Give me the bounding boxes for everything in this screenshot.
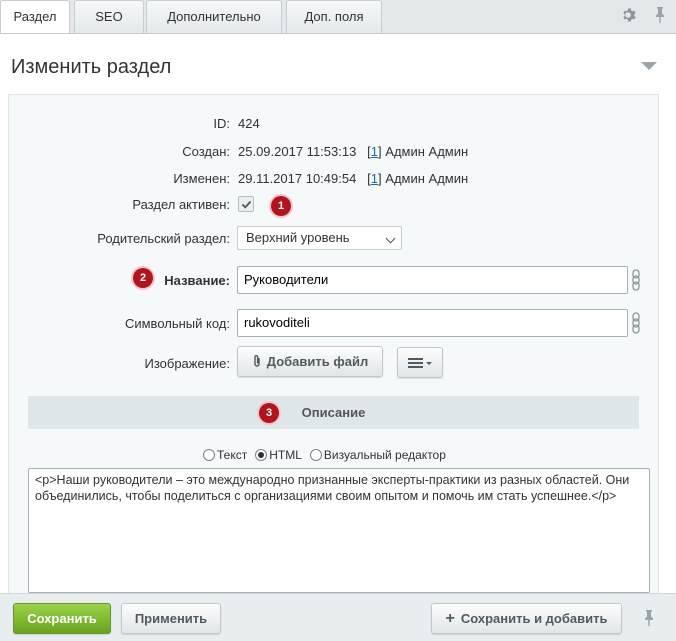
description-heading-label: Описание (301, 405, 366, 420)
mode-text-label: Текст (217, 448, 248, 462)
apply-button[interactable]: Применить (121, 603, 221, 634)
gear-icon[interactable] (620, 6, 636, 24)
mode-visual-radio[interactable] (309, 449, 322, 461)
modified-user-link[interactable]: 1 (371, 171, 378, 186)
image-label: Изображение: (144, 356, 230, 371)
name-label: Название: (164, 273, 230, 288)
parent-section-select[interactable]: Верхний уровень (237, 226, 402, 250)
save-button[interactable]: Сохранить (13, 603, 111, 634)
tab-bar: Раздел SEO Дополнительно Доп. поля (0, 0, 676, 35)
chevron-down-icon (385, 233, 396, 244)
bottom-toolbar: Сохранить Применить + Сохранить и добавит… (0, 593, 676, 641)
modified-user-close-bracket: ] (378, 171, 382, 186)
created-date: 25.09.2017 11:53:13 (238, 144, 357, 159)
paperclip-icon (254, 355, 260, 367)
modified-date: 29.11.2017 10:49:54 (238, 171, 357, 186)
mode-html-label: HTML (269, 448, 302, 462)
chain-link-icon[interactable] (631, 311, 641, 335)
hint-badge-3: 3 (259, 403, 279, 423)
hint-badge-1: 1 (271, 196, 291, 216)
menu-icon (408, 358, 432, 368)
pin-icon[interactable] (652, 6, 668, 24)
check-icon (241, 200, 252, 209)
tab-seo[interactable]: SEO (74, 0, 144, 33)
mode-text-radio[interactable] (203, 449, 215, 461)
mode-visual-option[interactable]: Визуальный редактор (309, 448, 446, 462)
mode-text-option[interactable]: Текст (203, 448, 247, 462)
code-input[interactable]: rukovoditeli (237, 309, 628, 337)
page-title: Изменить раздел (11, 56, 172, 78)
id-label: ID: (213, 116, 230, 131)
description-heading: Описание (28, 396, 639, 429)
add-file-button[interactable]: Добавить файл (237, 346, 383, 377)
modified-info: 29.11.2017 10:49:54 [1] Админ Админ (238, 171, 468, 186)
created-info: 25.09.2017 11:53:13 [1] Админ Админ (238, 144, 468, 159)
description-textarea[interactable]: <p>Наши руководители – это международно … (28, 468, 650, 593)
parent-label: Родительский раздел: (97, 231, 230, 246)
mode-visual-label: Визуальный редактор (323, 448, 446, 462)
created-label: Создан: (182, 144, 230, 159)
file-menu-button[interactable] (397, 347, 443, 378)
tab-tools (620, 6, 668, 24)
name-input[interactable]: Руководители (237, 266, 628, 294)
chain-link-icon[interactable] (631, 268, 641, 292)
hint-badge-2: 2 (133, 268, 153, 288)
active-checkbox[interactable] (238, 196, 254, 212)
add-file-label: Добавить файл (266, 354, 369, 369)
code-label: Символьный код: (124, 316, 230, 331)
active-label: Раздел активен: (132, 197, 230, 212)
mode-html-option[interactable]: HTML (255, 448, 302, 462)
created-user-name: Админ Админ (385, 144, 469, 159)
parent-section-value: Верхний уровень (246, 230, 350, 245)
collapse-arrow-icon[interactable] (641, 62, 657, 70)
save-and-add-label: Сохранить и добавить (460, 611, 608, 626)
plus-icon: + (445, 610, 455, 627)
pin-icon[interactable] (643, 609, 655, 627)
id-value: 424 (238, 116, 260, 131)
modified-label: Изменен: (173, 171, 230, 186)
tab-section[interactable]: Раздел (0, 0, 70, 35)
modified-user-name: Админ Админ (385, 171, 469, 186)
tab-additional[interactable]: Дополнительно (146, 0, 282, 33)
description-mode-group: Текст HTML Визуальный редактор (203, 448, 454, 462)
tab-extra-fields[interactable]: Доп. поля (286, 0, 382, 33)
created-user-link[interactable]: 1 (371, 144, 378, 159)
created-user-close-bracket: ] (378, 144, 382, 159)
save-and-add-button[interactable]: + Сохранить и добавить (431, 603, 622, 634)
mode-html-radio[interactable] (255, 449, 268, 461)
